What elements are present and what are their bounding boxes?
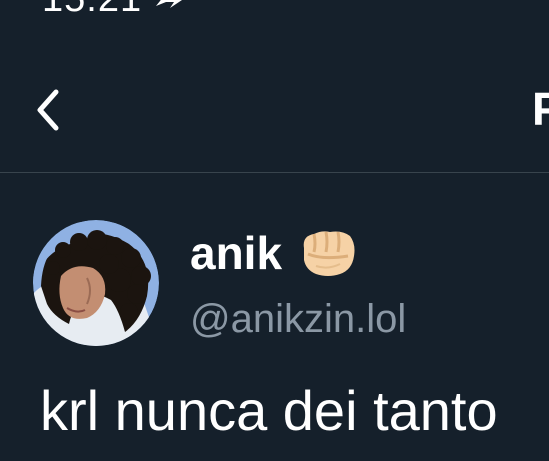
status-bar: 15:21 — [0, 0, 549, 24]
avatar-image — [33, 220, 159, 346]
header-title: P — [532, 83, 549, 135]
tweet: anik @anikzin.lol krl nunca dei tanto — [0, 173, 549, 461]
status-time: 15:21 — [42, 0, 142, 21]
sync-icon — [156, 0, 182, 8]
fist-icon — [303, 231, 355, 276]
avatar[interactable] — [33, 220, 159, 346]
chevron-left-icon — [37, 89, 59, 131]
display-name: anik — [190, 227, 283, 279]
display-name-row[interactable]: anik — [190, 225, 358, 281]
back-button[interactable] — [18, 80, 78, 140]
tweet-text: krl nunca dei tanto — [40, 379, 498, 442]
user-handle[interactable]: @anikzin.lol — [190, 297, 406, 342]
app-header: P — [0, 60, 549, 172]
